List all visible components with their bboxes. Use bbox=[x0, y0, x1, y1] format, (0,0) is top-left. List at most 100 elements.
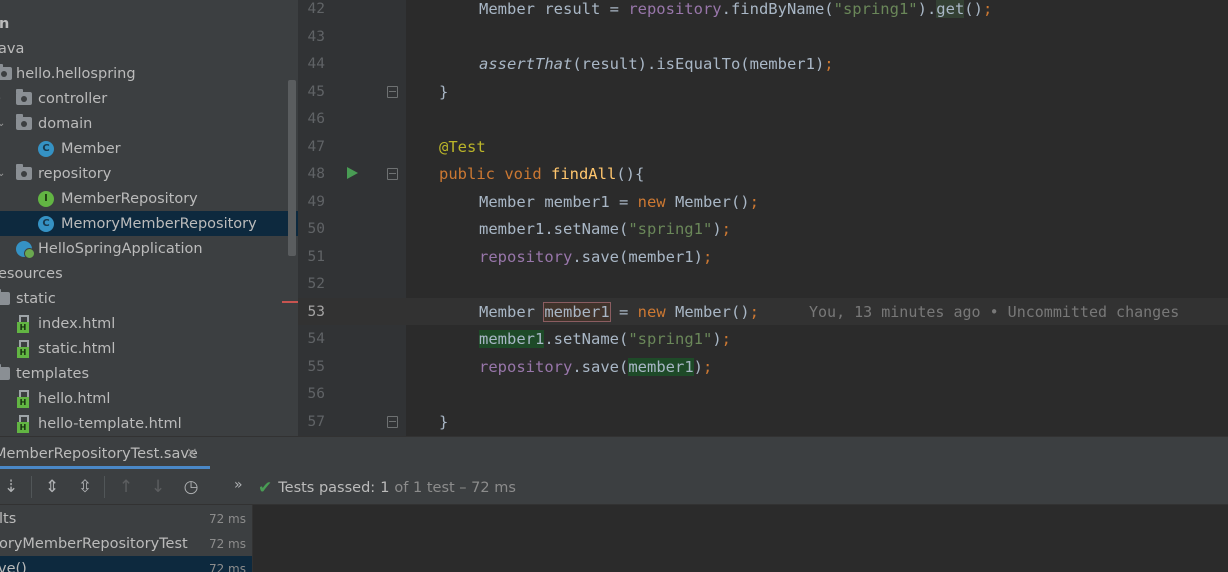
tree-item-domain[interactable]: ⌄ domain bbox=[0, 111, 298, 136]
tree-item-hello-spring-application[interactable]: HelloSpringApplication bbox=[0, 236, 298, 261]
previous-failed-icon[interactable]: ↑ bbox=[115, 476, 137, 498]
line-number: 57 bbox=[307, 413, 325, 430]
code-line: 45 } bbox=[298, 78, 1228, 106]
test-console-output[interactable] bbox=[254, 505, 1228, 572]
line-number: 52 bbox=[307, 276, 325, 292]
test-duration: 72 ms bbox=[208, 561, 246, 572]
tree-item-label: Member bbox=[61, 140, 121, 157]
code-line: 52 bbox=[298, 270, 1228, 298]
tree-item-member[interactable]: C Member bbox=[0, 136, 298, 161]
test-result-row[interactable]: oryMemberRepositoryTest 72 ms bbox=[0, 531, 252, 556]
tree-item-static[interactable]: static bbox=[0, 286, 298, 311]
test-result-row[interactable]: lts 72 ms bbox=[0, 506, 252, 531]
status-count: 1 bbox=[380, 480, 390, 496]
tree-item-hello-html[interactable]: H hello.html bbox=[0, 386, 298, 411]
tree-item-hello-template-html[interactable]: H hello-template.html bbox=[0, 411, 298, 436]
line-number: 55 bbox=[307, 358, 325, 375]
tree-item-static-html[interactable]: H static.html bbox=[0, 336, 298, 361]
code-text: } bbox=[439, 412, 449, 431]
collapse-all-icon[interactable]: ⇳ bbox=[74, 476, 96, 498]
interface-icon: I bbox=[38, 190, 54, 207]
tree-item-label: index.html bbox=[38, 315, 116, 332]
code-text: repository.save(member1); bbox=[479, 247, 713, 266]
tree-item-java[interactable]: ava bbox=[0, 36, 298, 61]
tree-item-controller[interactable]: › controller bbox=[0, 86, 298, 111]
run-tab-bar: MemberRepositoryTest.save × bbox=[0, 436, 1228, 469]
test-results-tree: lts 72 ms oryMemberRepositoryTest 72 ms … bbox=[0, 505, 253, 572]
tree-item-label: esources bbox=[0, 265, 63, 282]
code-line: 55 repository.save(member1); bbox=[298, 353, 1228, 381]
line-number: 45 bbox=[307, 83, 325, 100]
code-text: public void findAll(){ bbox=[439, 165, 645, 183]
fold-end-icon[interactable] bbox=[387, 415, 398, 428]
tree-item-member-repository[interactable]: I MemberRepository bbox=[0, 186, 298, 211]
test-duration: 72 ms bbox=[208, 536, 246, 551]
check-icon: ✔ bbox=[258, 478, 273, 498]
package-icon bbox=[16, 164, 32, 182]
code-line-current: 53 Member member1 = new Member(); You, 1… bbox=[298, 297, 1228, 325]
tree-item-label: controller bbox=[38, 90, 108, 107]
line-number: 43 bbox=[307, 28, 325, 45]
tree-item-label: static bbox=[16, 290, 56, 307]
code-line: 48 public void findAll(){ bbox=[298, 160, 1228, 188]
test-result-label: lts bbox=[0, 510, 17, 527]
chevron-down-icon[interactable]: ⌄ bbox=[0, 168, 5, 179]
close-icon[interactable]: × bbox=[186, 445, 198, 461]
test-result-row-selected[interactable]: ve() 72 ms bbox=[0, 556, 252, 572]
html-file-icon: H bbox=[17, 389, 33, 408]
line-number: 48 bbox=[307, 166, 325, 182]
line-number: 47 bbox=[307, 138, 325, 155]
html-file-icon: H bbox=[17, 314, 33, 333]
class-icon: C bbox=[38, 140, 54, 157]
tree-item-source-root[interactable]: n bbox=[0, 11, 298, 36]
tree-item-index-html[interactable]: H index.html bbox=[0, 311, 298, 336]
tree-item-label: static.html bbox=[38, 340, 116, 357]
folder-icon bbox=[0, 289, 10, 307]
package-icon bbox=[16, 114, 32, 132]
tree-item-hello-hellospring[interactable]: hello.hellospring bbox=[0, 61, 298, 86]
package-icon bbox=[16, 89, 32, 107]
test-duration: 72 ms bbox=[208, 511, 246, 526]
chevron-down-icon[interactable]: ⌄ bbox=[0, 118, 5, 129]
tree-item-label: templates bbox=[16, 365, 90, 382]
html-file-icon: H bbox=[17, 414, 33, 433]
package-icon bbox=[0, 64, 12, 82]
code-line: 43 bbox=[298, 23, 1228, 51]
expand-all-icon[interactable]: ⇕ bbox=[41, 476, 63, 498]
tree-item-repository[interactable]: ⌄ repository bbox=[0, 161, 298, 186]
tree-item-label: repository bbox=[38, 165, 112, 182]
code-editor[interactable]: 42 Member result = repository.findByName… bbox=[298, 0, 1228, 436]
tree-scrollbar[interactable] bbox=[288, 80, 296, 256]
run-toolbar: ⇣ ⇕ ⇳ ↑ ↓ ◷ » ✔ Tests passed: 1 of 1 tes… bbox=[0, 469, 1228, 505]
test-result-label: ve() bbox=[0, 560, 27, 572]
tree-item-templates[interactable]: templates bbox=[0, 361, 298, 386]
code-line: 46 bbox=[298, 105, 1228, 133]
history-icon[interactable]: ◷ bbox=[180, 476, 202, 498]
toolbar-divider bbox=[31, 476, 32, 498]
sort-icon[interactable]: ⇣ bbox=[0, 476, 22, 498]
code-text: Member result = repository.findByName("s… bbox=[479, 0, 993, 18]
fold-end-icon[interactable] bbox=[387, 85, 398, 98]
code-text: repository.save(member1); bbox=[479, 357, 713, 376]
next-failed-icon[interactable]: ↓ bbox=[147, 476, 169, 498]
status-detail: of 1 test – 72 ms bbox=[394, 480, 516, 496]
class-icon: C bbox=[38, 215, 54, 232]
spring-boot-app-icon bbox=[16, 240, 35, 259]
line-number: 44 bbox=[307, 56, 325, 72]
code-line: 50 member1.setName("spring1"); bbox=[298, 215, 1228, 243]
tree-item-label: ava bbox=[0, 40, 25, 57]
folder-icon bbox=[0, 364, 10, 382]
chevron-right-icon[interactable]: › bbox=[0, 93, 1, 104]
more-actions-icon[interactable]: » bbox=[234, 477, 243, 493]
line-number: 46 bbox=[307, 111, 325, 127]
code-line: 51 repository.save(member1); bbox=[298, 243, 1228, 271]
line-number: 50 bbox=[307, 221, 325, 237]
code-line: 57 } bbox=[298, 408, 1228, 436]
code-line: 44 assertThat(result).isEqualTo(member1)… bbox=[298, 50, 1228, 78]
run-tab-label: MemberRepositoryTest.save bbox=[0, 445, 198, 462]
fold-start-icon[interactable] bbox=[387, 168, 398, 180]
line-number: 42 bbox=[307, 1, 325, 17]
tree-item-memory-member-repository[interactable]: C MemoryMemberRepository bbox=[0, 211, 298, 236]
run-test-icon[interactable] bbox=[347, 167, 358, 179]
tree-item-resources[interactable]: esources bbox=[0, 261, 298, 286]
